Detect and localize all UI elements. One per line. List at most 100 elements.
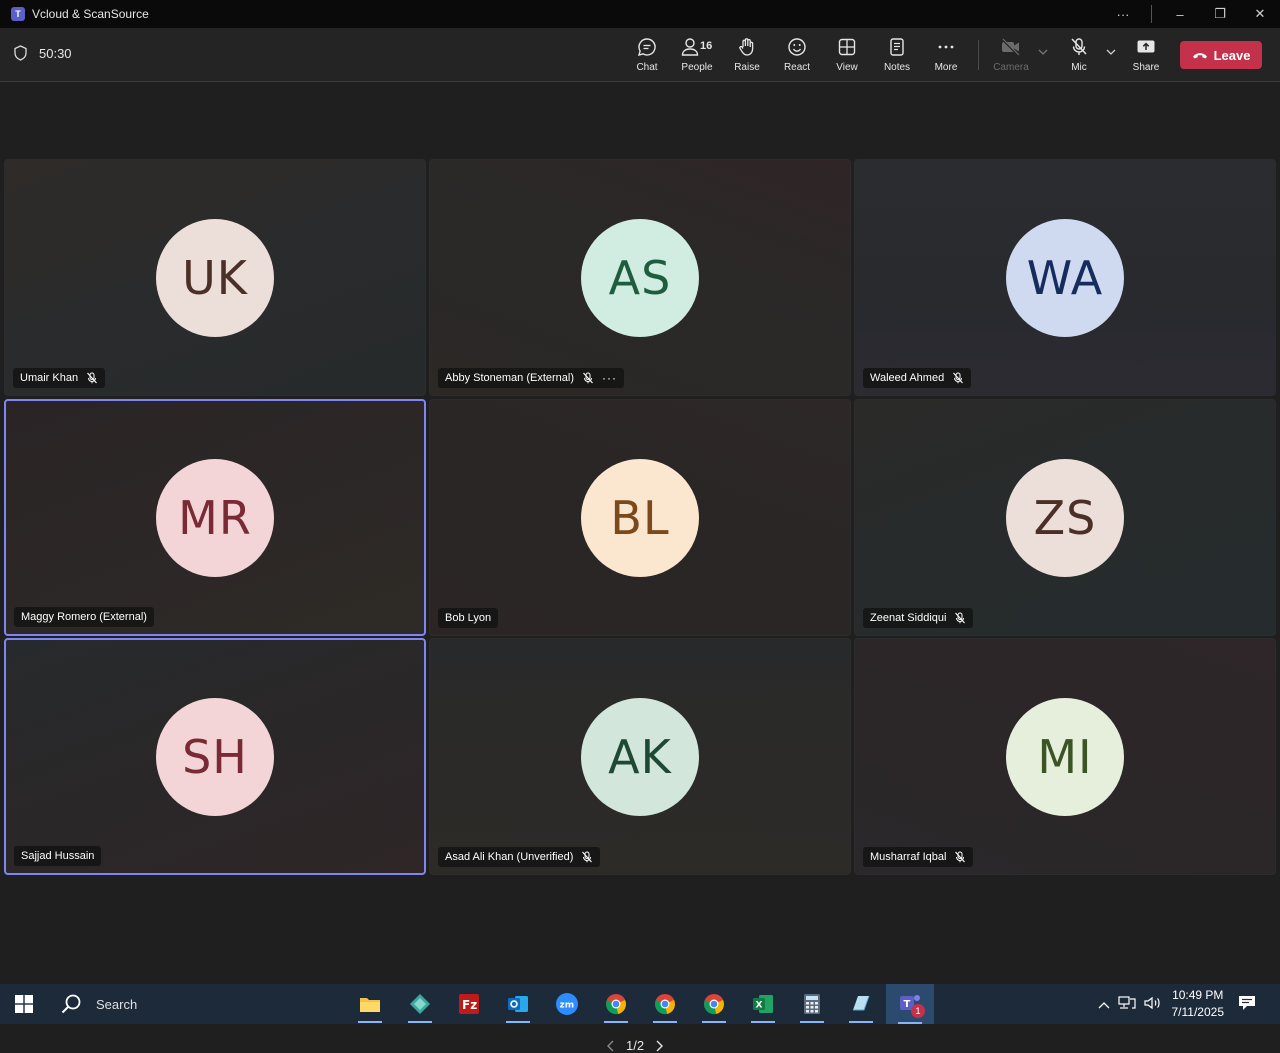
outlook-app[interactable]: [501, 988, 535, 1020]
more-label: More: [921, 62, 971, 73]
participant-tile[interactable]: BLBob Lyon: [429, 399, 851, 636]
mic-label: Mic: [1054, 62, 1104, 73]
excel-icon: X: [752, 993, 774, 1015]
participant-avatar: WA: [1006, 219, 1124, 337]
window-title: Vcloud & ScanSource: [32, 7, 149, 21]
teams-logo-icon: T: [11, 7, 25, 21]
video-stage: UKUmair KhanASAbby Stoneman (External)··…: [0, 83, 1280, 983]
calculator-app[interactable]: [795, 988, 829, 1020]
calculator-icon: [802, 993, 822, 1015]
participant-name: Abby Stoneman (External): [445, 372, 574, 384]
more-button[interactable]: More: [921, 36, 971, 73]
title-divider: [1151, 5, 1152, 23]
teams-app[interactable]: T 1: [886, 984, 934, 1024]
start-button[interactable]: [0, 984, 48, 1024]
notes-label: Notes: [872, 62, 922, 73]
participant-tile[interactable]: AK Asad Ali Khan (Unverified): [429, 638, 851, 875]
notes-icon: [887, 37, 907, 57]
notepad-app[interactable]: [844, 988, 878, 1020]
zoom-app[interactable]: zm: [550, 988, 584, 1020]
people-label: People: [672, 62, 722, 73]
show-hidden-icons-chevron-icon[interactable]: [1098, 997, 1110, 1012]
participant-nameplate: Abby Stoneman (External) ···: [438, 368, 624, 388]
teams-notification-badge: 1: [911, 1004, 925, 1018]
next-page-icon[interactable]: [654, 1040, 664, 1052]
system-tray: 10:49 PM 7/11/2025: [1094, 984, 1280, 1024]
participant-name: Musharraf Iqbal: [870, 851, 946, 863]
chrome-icon: [605, 993, 627, 1015]
svg-text:Fz: Fz: [462, 998, 477, 1012]
running-indicator: [604, 1021, 628, 1023]
participant-name: Maggy Romero (External): [21, 611, 147, 623]
running-indicator: [653, 1021, 677, 1023]
clock-date: 7/11/2025: [1172, 1004, 1225, 1021]
share-screen-icon: [1136, 37, 1156, 57]
react-button[interactable]: React: [772, 36, 822, 73]
participant-nameplate: Asad Ali Khan (Unverified): [438, 847, 600, 867]
chrome-app-3[interactable]: [697, 988, 731, 1020]
chrome-icon: [703, 993, 725, 1015]
participant-nameplate: Sajjad Hussain: [14, 846, 101, 866]
chrome-app-1[interactable]: [599, 988, 633, 1020]
outlook-icon: [507, 993, 529, 1015]
view-button[interactable]: View: [822, 36, 872, 73]
participant-name: Bob Lyon: [445, 612, 491, 624]
taskbar-clock[interactable]: 10:49 PM 7/11/2025: [1172, 987, 1225, 1021]
view-label: View: [822, 62, 872, 73]
running-indicator: [800, 1021, 824, 1023]
taskbar-search[interactable]: Search: [60, 984, 137, 1024]
participant-nameplate: Bob Lyon: [438, 608, 498, 628]
network-icon[interactable]: [1118, 996, 1136, 1013]
restore-button[interactable]: ❐: [1200, 6, 1240, 22]
raise-label: Raise: [722, 62, 772, 73]
more-options-button[interactable]: ···: [1103, 7, 1143, 22]
share-button[interactable]: Share: [1121, 36, 1171, 73]
running-indicator: [849, 1021, 873, 1023]
chrome-app-2[interactable]: [648, 988, 682, 1020]
folder-icon: [359, 995, 381, 1013]
participant-avatar: ZS: [1006, 459, 1124, 577]
camera-button[interactable]: Camera: [986, 36, 1036, 73]
notepad-icon: [850, 993, 872, 1015]
minimize-button[interactable]: –: [1160, 7, 1200, 22]
participant-nameplate: Waleed Ahmed: [863, 368, 971, 388]
app-diamond[interactable]: [403, 988, 437, 1020]
participant-tile[interactable]: MIMusharraf Iqbal: [854, 638, 1276, 875]
camera-off-icon: [1000, 37, 1022, 57]
participant-tile[interactable]: UKUmair Khan: [4, 159, 426, 396]
filezilla-icon: Fz: [458, 993, 480, 1015]
participant-tile[interactable]: WA Waleed Ahmed: [854, 159, 1276, 396]
chrome-icon: [654, 993, 676, 1015]
leave-button[interactable]: Leave: [1180, 41, 1262, 69]
running-indicator: [358, 1021, 382, 1023]
title-bar: T Vcloud & ScanSource ··· – ❐ ✕: [0, 0, 1280, 28]
close-button[interactable]: ✕: [1240, 6, 1280, 22]
camera-options-chevron-icon[interactable]: [1038, 48, 1048, 59]
diamond-app-icon: [409, 993, 431, 1015]
participant-more-options-icon[interactable]: ···: [602, 371, 617, 385]
mic-button[interactable]: Mic: [1054, 36, 1104, 73]
participant-nameplate: Umair Khan: [13, 368, 105, 388]
running-indicator: [408, 1021, 432, 1023]
mic-options-chevron-icon[interactable]: [1106, 48, 1116, 59]
excel-app[interactable]: X: [746, 988, 780, 1020]
file-explorer-app[interactable]: [353, 988, 387, 1020]
participant-tile[interactable]: SHSajjad Hussain: [4, 638, 426, 875]
notes-button[interactable]: Notes: [872, 36, 922, 73]
participant-tile[interactable]: ASAbby Stoneman (External)···: [429, 159, 851, 396]
notifications-icon[interactable]: [1238, 995, 1256, 1014]
raise-hand-button[interactable]: Raise: [722, 36, 772, 73]
volume-icon[interactable]: [1144, 996, 1162, 1013]
muted-mic-icon: [952, 372, 964, 384]
muted-mic-icon: [86, 372, 98, 384]
participant-tile[interactable]: MRMaggy Romero (External): [4, 399, 426, 636]
react-label: React: [772, 62, 822, 73]
previous-page-icon[interactable]: [606, 1040, 616, 1052]
filezilla-app[interactable]: Fz: [452, 988, 486, 1020]
participant-tile[interactable]: ZSZeenat Siddiqui: [854, 399, 1276, 636]
chat-button[interactable]: Chat: [622, 36, 672, 73]
mic-off-icon: [1069, 37, 1089, 57]
participant-avatar: AK: [581, 698, 699, 816]
grid-view-icon: [837, 37, 857, 57]
people-button[interactable]: 16 People: [672, 36, 722, 73]
